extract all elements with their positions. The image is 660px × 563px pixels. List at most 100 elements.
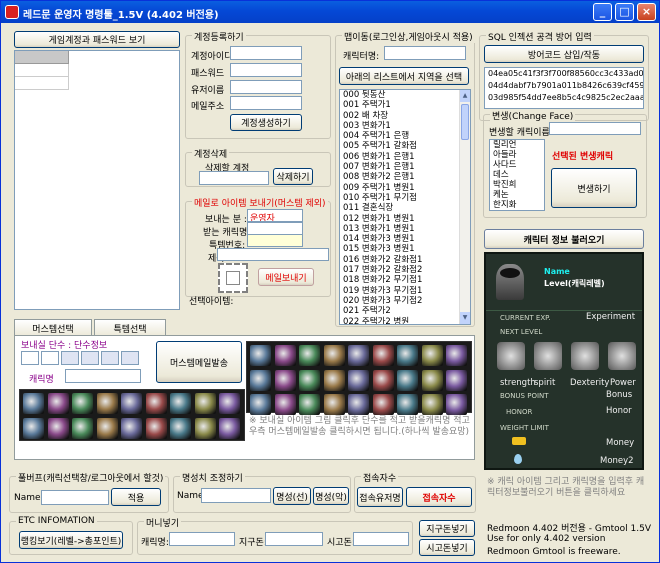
sigon-money-button[interactable]: 시고돈넣기 — [419, 539, 475, 556]
item-icon[interactable] — [348, 345, 369, 366]
item-icon[interactable] — [323, 369, 345, 391]
username-input[interactable] — [230, 80, 302, 94]
face-list-item[interactable]: 박진희 — [490, 180, 544, 190]
item-icon[interactable] — [372, 345, 394, 366]
jigu-money-input[interactable] — [265, 532, 323, 546]
password-input[interactable] — [230, 63, 302, 77]
account-list[interactable] — [14, 50, 180, 310]
quantity-grid[interactable] — [21, 351, 141, 365]
region-list-item[interactable]: 000 뒷동산 — [340, 90, 470, 100]
item-icon[interactable] — [219, 393, 240, 414]
item-icon[interactable] — [421, 394, 443, 415]
insert-defense-code-button[interactable]: 방어코드 삽입/작동 — [484, 45, 644, 63]
item-icon[interactable] — [299, 369, 320, 391]
item-icon[interactable] — [348, 394, 369, 415]
region-list-item[interactable]: 007 변화가1 은행1 — [340, 162, 470, 172]
subject-input[interactable] — [217, 248, 329, 261]
quantity-cell[interactable] — [41, 351, 59, 365]
view-accounts-button[interactable]: 게임계정과 패스워드 보기 — [14, 31, 180, 48]
item-icon[interactable] — [299, 394, 320, 415]
region-list-item[interactable]: 013 변화가1 병원1 — [340, 224, 470, 234]
delete-account-input[interactable] — [199, 171, 269, 185]
select-region-button[interactable]: 아래의 리스트에서 지역을 선택 — [339, 67, 469, 85]
quantity-cell[interactable] — [81, 351, 99, 365]
region-list-item[interactable]: 003 변화가1 — [340, 121, 470, 131]
item-icon[interactable] — [274, 369, 296, 391]
item-icon[interactable] — [323, 394, 345, 415]
send-item-mail-button[interactable]: 머스템메일발송 — [156, 341, 242, 383]
create-account-button[interactable]: 계정생성하기 — [230, 114, 302, 131]
item-icon[interactable] — [145, 393, 167, 414]
item-icon[interactable] — [47, 393, 69, 414]
selected-item-slot[interactable] — [218, 263, 248, 293]
item-icon[interactable] — [446, 345, 467, 366]
item-icon[interactable] — [47, 417, 69, 439]
close-button[interactable]: × — [637, 3, 656, 21]
region-list-item[interactable]: 021 주택가2 — [340, 306, 470, 316]
minimize-button[interactable]: _ — [593, 3, 612, 21]
item-icon[interactable] — [421, 369, 443, 391]
change-face-button[interactable]: 변생하기 — [551, 168, 637, 208]
title-bar[interactable]: 레드문 운영자 명령툴_1.5V (4.402 버전용) _ □ × — [1, 1, 659, 23]
warp-char-input[interactable] — [384, 46, 466, 60]
region-list-item[interactable]: 015 변화가3 병원1 — [340, 244, 470, 254]
item-icon[interactable] — [372, 369, 394, 391]
item-icon[interactable] — [170, 417, 191, 439]
face-list-item[interactable]: 케논 — [490, 190, 544, 200]
region-list-item[interactable]: 019 변화가3 무기점1 — [340, 286, 470, 296]
apply-buff-button[interactable]: 적용 — [111, 488, 161, 506]
item-icon[interactable] — [121, 393, 142, 414]
item-icon[interactable] — [72, 417, 93, 439]
region-list-item[interactable]: 008 변화가2 은행1 — [340, 172, 470, 182]
region-list-item[interactable]: 005 주택가1 갈화점 — [340, 141, 470, 151]
quantity-cell[interactable] — [61, 351, 79, 365]
item-icon[interactable] — [372, 394, 394, 415]
item-icon[interactable] — [250, 394, 271, 415]
region-list-item[interactable]: 014 변화가3 병원1 — [340, 234, 470, 244]
buff-name-input[interactable] — [41, 490, 109, 505]
item-icon[interactable] — [194, 393, 216, 414]
region-list-item[interactable]: 016 변화가2 갈화점1 — [340, 255, 470, 265]
sender-input[interactable]: 운영자 — [247, 209, 303, 222]
region-list-item[interactable]: 010 주택가1 무기점 — [340, 193, 470, 203]
region-list-item[interactable]: 017 변화가2 갈화점2 — [340, 265, 470, 275]
fame-good-button[interactable]: 명성(선) — [273, 487, 311, 505]
item-char-input[interactable] — [65, 369, 141, 383]
item-icon[interactable] — [274, 345, 296, 366]
connected-users-button[interactable]: 접속유저명 — [357, 487, 403, 507]
sigon-money-input[interactable] — [353, 532, 409, 546]
item-icon[interactable] — [194, 417, 216, 439]
item-icon[interactable] — [219, 417, 240, 439]
item-icon[interactable] — [397, 369, 418, 391]
region-list-item[interactable]: 002 배 차장 — [340, 111, 470, 121]
load-char-info-button[interactable]: 캐릭터 정보 불러오기 — [484, 229, 644, 249]
quantity-cell[interactable] — [101, 351, 119, 365]
face-list-item[interactable]: 릴리언 — [490, 140, 544, 150]
send-mail-button[interactable]: 메일보내기 — [258, 268, 314, 286]
money-char-input[interactable] — [169, 532, 235, 546]
item-icon[interactable] — [274, 394, 296, 415]
item-number-input[interactable] — [247, 234, 303, 247]
item-icon[interactable] — [397, 394, 418, 415]
region-list-item[interactable]: 004 주택가1 은행 — [340, 131, 470, 141]
scroll-thumb[interactable] — [461, 104, 469, 140]
scroll-up-icon[interactable]: ▲ — [460, 90, 470, 102]
item-icon[interactable] — [23, 417, 44, 439]
sql-code-box[interactable]: 04ea05c41f3f3f700f88560cc3c433ad04e0c934… — [484, 67, 644, 109]
region-list-item[interactable]: 018 변화가2 무기점1 — [340, 275, 470, 285]
item-icon[interactable] — [145, 417, 167, 439]
item-grid-left[interactable] — [19, 389, 245, 441]
face-list-item[interactable]: 데스 — [490, 170, 544, 180]
face-char-input[interactable] — [549, 122, 641, 135]
face-list[interactable]: 릴리언아들라사다드데스박진희케논한지화류나라비타 — [489, 139, 545, 211]
item-icon[interactable] — [446, 369, 467, 391]
region-list-item[interactable]: 022 주택가2 병원 — [340, 317, 470, 324]
region-list-item[interactable]: 006 변화가1 은행1 — [340, 152, 470, 162]
face-list-item[interactable]: 아들라 — [490, 150, 544, 160]
fame-evil-button[interactable]: 명성(악) — [313, 487, 349, 505]
item-icon[interactable] — [96, 393, 118, 414]
face-list-item[interactable]: 사다드 — [490, 160, 544, 170]
region-list[interactable]: 000 뒷동산 001 주택가1 002 배 차장 003 변화가1 004 주택가1 … — [339, 89, 471, 325]
item-icon[interactable] — [446, 394, 467, 415]
region-list-scrollbar[interactable]: ▲ ▼ — [459, 90, 470, 324]
